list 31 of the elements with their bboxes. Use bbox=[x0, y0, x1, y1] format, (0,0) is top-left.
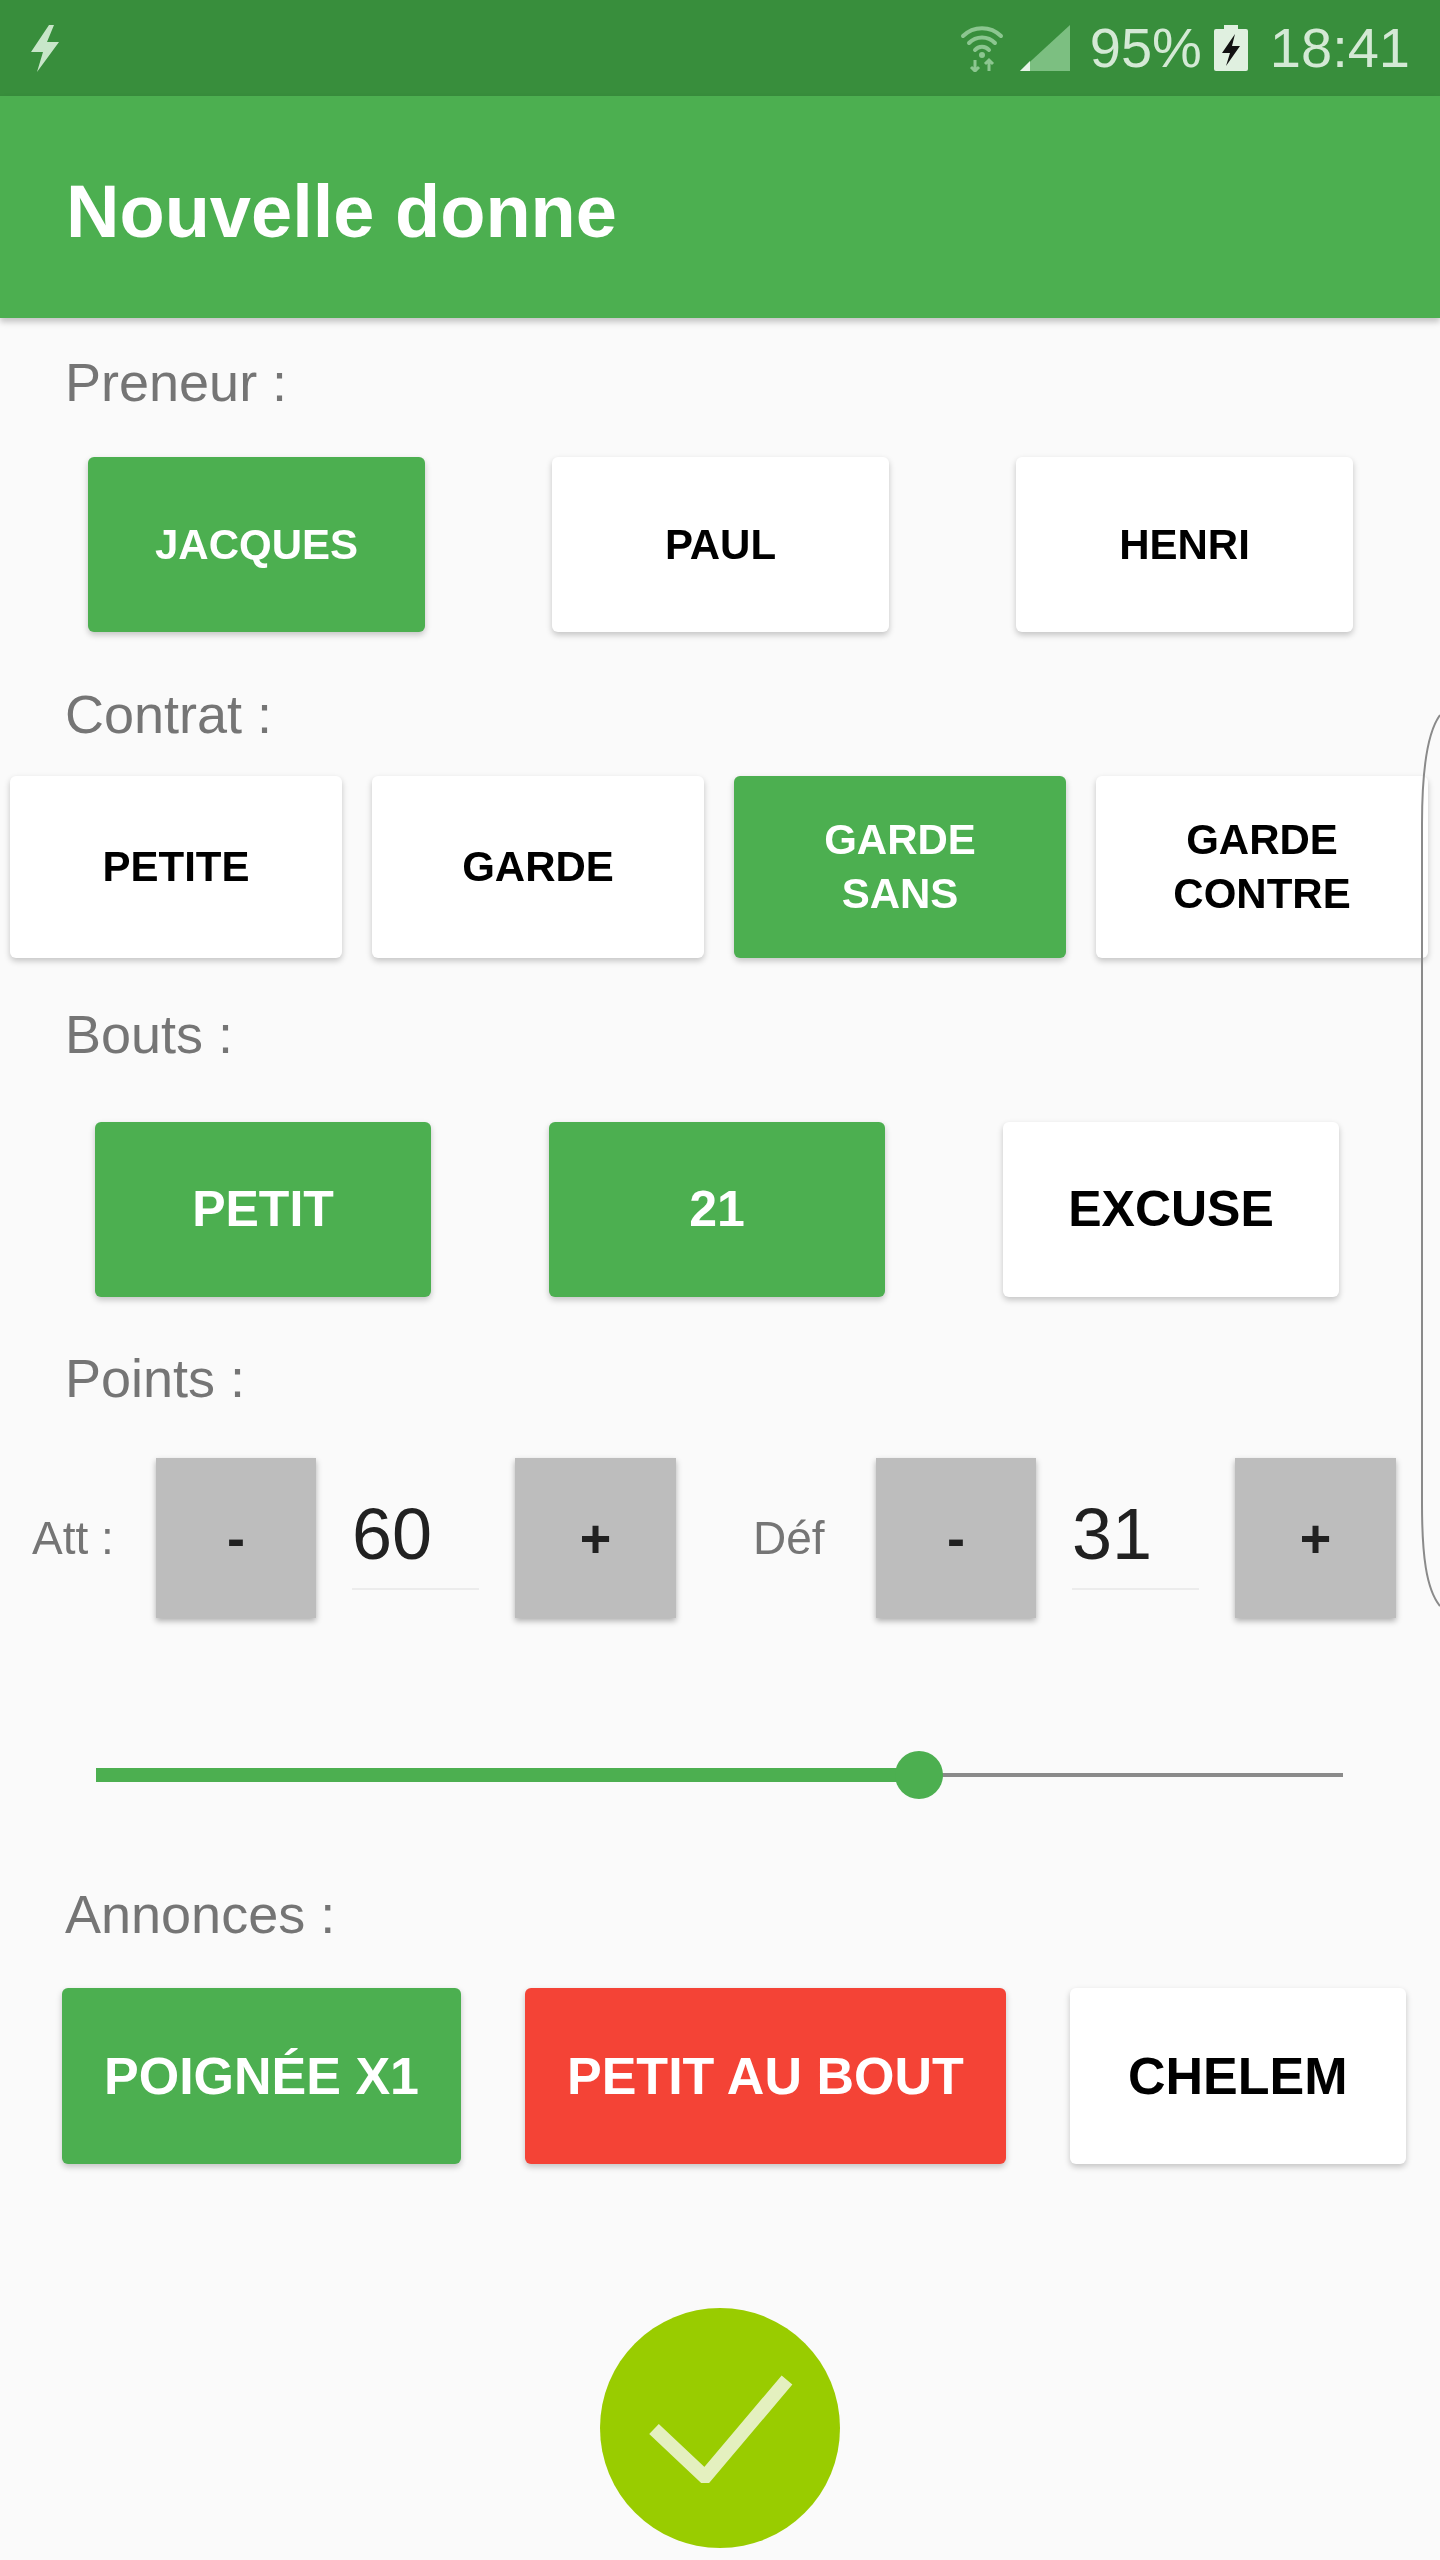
section-label: Preneur : bbox=[65, 351, 288, 414]
score-input[interactable]: 31 bbox=[1072, 1486, 1199, 1590]
contract-button[interactable]: PETITE bbox=[10, 776, 342, 958]
increment-button[interactable]: + bbox=[1235, 1458, 1396, 1618]
check-icon bbox=[647, 2373, 793, 2483]
wifi-icon bbox=[959, 24, 1004, 72]
player-button[interactable]: PAUL bbox=[552, 457, 889, 632]
section-label: Annonces : bbox=[65, 1883, 336, 1946]
decrement-button[interactable]: - bbox=[876, 1458, 1036, 1618]
announce-button[interactable]: CHELEM bbox=[1069, 1988, 1406, 2164]
bout-button[interactable]: EXCUSE bbox=[1003, 1122, 1339, 1297]
screen-title: Nouvelle donne bbox=[66, 169, 617, 255]
signal-icon bbox=[1019, 25, 1070, 71]
score-input[interactable]: 60 bbox=[352, 1486, 479, 1590]
battery-icon bbox=[1213, 25, 1248, 71]
section-label: Bouts : bbox=[65, 1003, 234, 1066]
section-label: Contrat : bbox=[65, 683, 273, 746]
contract-button[interactable]: GARDE bbox=[372, 776, 704, 958]
score-label: Déf bbox=[753, 1511, 826, 1566]
announce-button[interactable]: PETIT AU BOUT bbox=[525, 1988, 1006, 2164]
lightning-icon bbox=[28, 24, 62, 72]
slider-thumb[interactable] bbox=[895, 1751, 943, 1799]
battery-percent: 95% bbox=[1089, 16, 1202, 80]
slider-track[interactable] bbox=[96, 1751, 1343, 1799]
player-button[interactable]: HENRI bbox=[1016, 457, 1353, 632]
contract-button[interactable]: GARDE CONTRE bbox=[1096, 776, 1428, 958]
increment-button[interactable]: + bbox=[515, 1458, 676, 1618]
section-label: Points : bbox=[65, 1347, 246, 1410]
clock-time: 18:41 bbox=[1269, 16, 1410, 80]
score-label: Att : bbox=[32, 1511, 115, 1566]
decrement-button[interactable]: - bbox=[156, 1458, 316, 1618]
